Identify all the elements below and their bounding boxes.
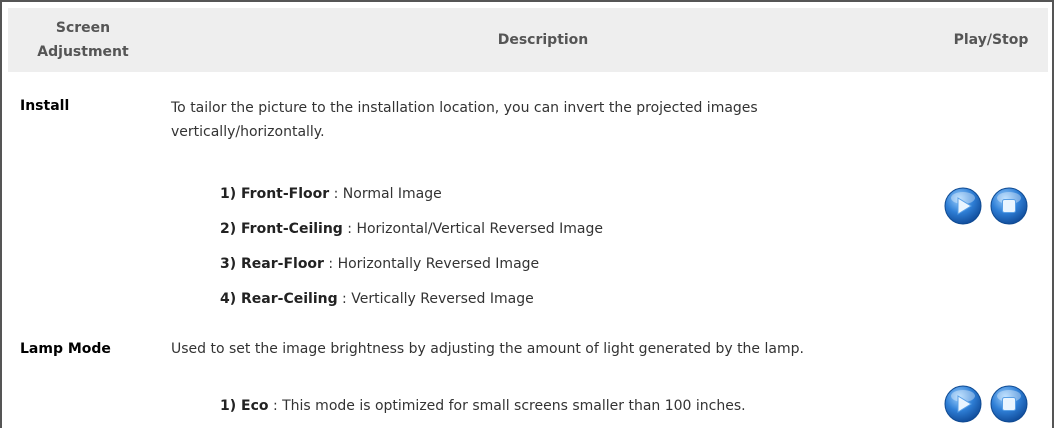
- stop-icon: [990, 385, 1028, 423]
- item-name: 3) Rear-Floor: [220, 256, 324, 272]
- list-item: 1) Front-Floor : Normal Image: [220, 186, 442, 202]
- list-item: 2) Front-Ceiling : Horizontal/Vertical R…: [220, 221, 603, 237]
- row-label-install: Install: [20, 98, 70, 114]
- stop-button-install[interactable]: [990, 187, 1028, 225]
- play-icon: [944, 385, 982, 423]
- list-item: 3) Rear-Floor : Horizontally Reversed Im…: [220, 256, 539, 272]
- item-name: 1) Eco: [220, 398, 269, 414]
- item-text: : Horizontal/Vertical Reversed Image: [342, 221, 603, 237]
- play-button-install[interactable]: [944, 187, 982, 225]
- list-item: 1) Eco : This mode is optimized for smal…: [220, 398, 746, 414]
- item-text: : Horizontally Reversed Image: [323, 256, 540, 272]
- row-label-lamp-mode: Lamp Mode: [20, 341, 111, 357]
- play-icon: [944, 187, 982, 225]
- header-play-stop: Play/Stop: [953, 32, 1029, 48]
- item-text: : Normal Image: [329, 186, 442, 202]
- item-text: : Vertically Reversed Image: [337, 291, 534, 307]
- header-description: Description: [497, 32, 589, 48]
- table-header: Screen Adjustment Description Play/Stop: [8, 8, 1048, 72]
- stop-icon: [990, 187, 1028, 225]
- header-col1-line2: Adjustment: [37, 44, 129, 60]
- play-button-lamp-mode[interactable]: [944, 385, 982, 423]
- header-col1-line1: Screen: [55, 20, 111, 36]
- item-name: 1) Front-Floor: [220, 186, 330, 202]
- item-name: 4) Rear-Ceiling: [220, 291, 338, 307]
- row-description-lamp-mode: Used to set the image brightness by adju…: [171, 341, 804, 357]
- item-text: : This mode is optimized for small scree…: [268, 398, 746, 414]
- header-screen-adjustment: Screen Adjustment: [18, 16, 148, 64]
- item-name: 2) Front-Ceiling: [220, 221, 343, 237]
- list-item: 4) Rear-Ceiling : Vertically Reversed Im…: [220, 291, 534, 307]
- stop-button-lamp-mode[interactable]: [990, 385, 1028, 423]
- row-description-install: To tailor the picture to the installatio…: [171, 100, 758, 140]
